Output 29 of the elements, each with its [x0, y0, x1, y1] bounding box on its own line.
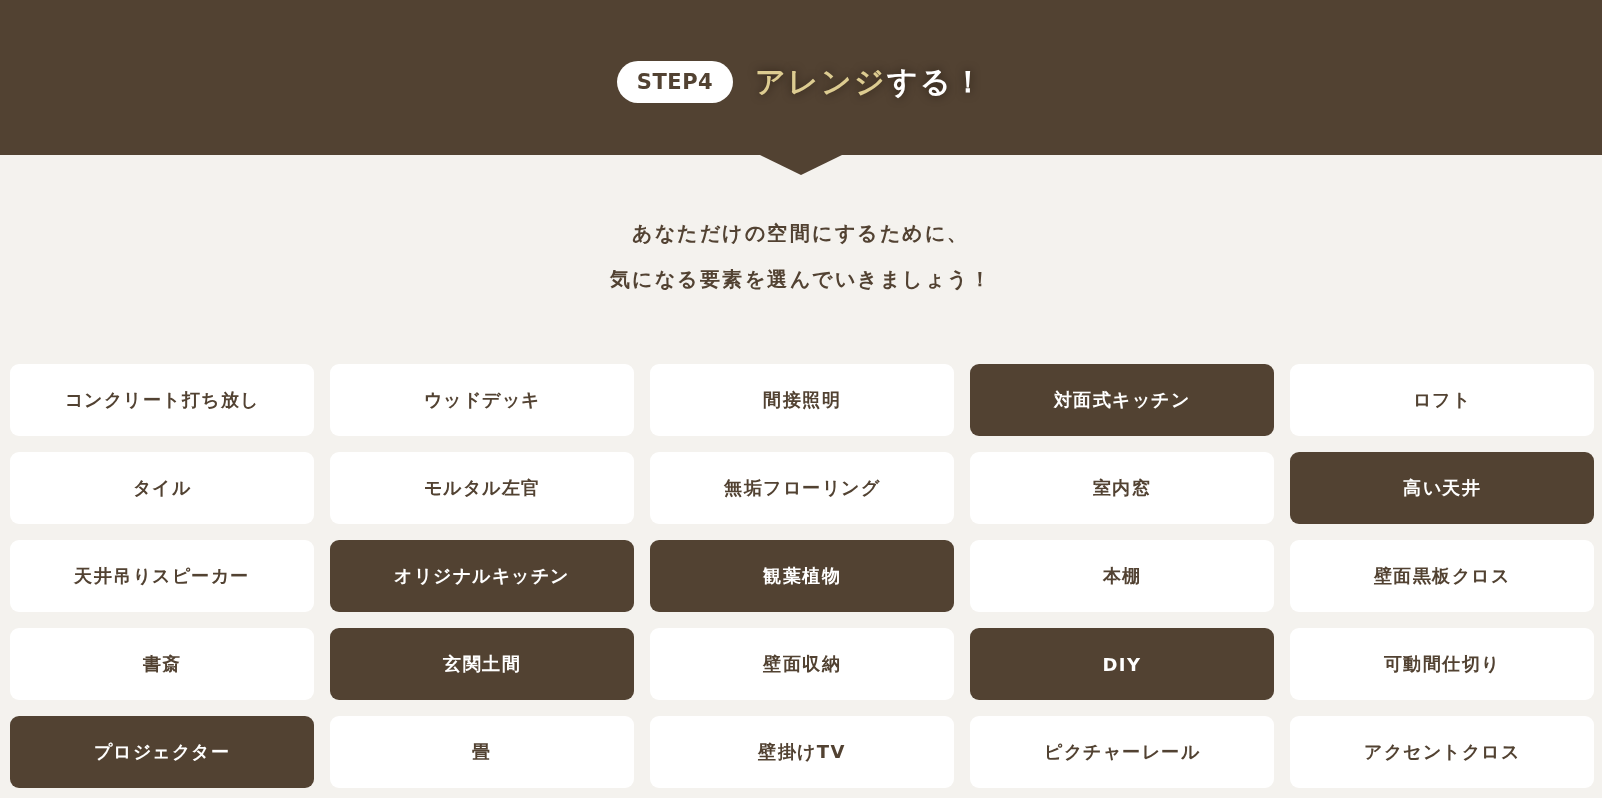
intro-text: あなただけの空間にするために、	[632, 220, 970, 247]
intro-text: 気になる要素を選んでいきましょう！	[609, 266, 993, 293]
option-button[interactable]: ウッドデッキ	[330, 364, 634, 436]
option-button[interactable]: 対面式キッチン	[970, 364, 1274, 436]
option-button[interactable]: 壁面収納	[650, 628, 954, 700]
option-button[interactable]: ピクチャーレール	[970, 716, 1274, 788]
option-button[interactable]: タイル	[10, 452, 314, 524]
option-button[interactable]: DIY	[970, 628, 1274, 700]
step-badge: STEP4	[616, 61, 734, 103]
option-button[interactable]: 高い天井	[1290, 452, 1594, 524]
option-button[interactable]: 無垢フローリング	[650, 452, 954, 524]
option-button[interactable]: ロフト	[1290, 364, 1594, 436]
section-title: アレンジする！	[755, 62, 986, 101]
option-button[interactable]: 書斎	[10, 628, 314, 700]
option-button[interactable]: 室内窓	[970, 452, 1274, 524]
option-button[interactable]: アクセントクロス	[1290, 716, 1594, 788]
option-button[interactable]: 壁掛けTV	[650, 716, 954, 788]
option-button[interactable]: プロジェクター	[10, 716, 314, 788]
option-button[interactable]: オリジナルキッチン	[330, 540, 634, 612]
option-button[interactable]: 畳	[330, 716, 634, 788]
option-button[interactable]: コンクリート打ち放し	[10, 364, 314, 436]
option-button[interactable]: 間接照明	[650, 364, 954, 436]
option-button[interactable]: 観葉植物	[650, 540, 954, 612]
option-button[interactable]: 壁面黒板クロス	[1290, 540, 1594, 612]
option-button[interactable]: モルタル左官	[330, 452, 634, 524]
option-button[interactable]: 本棚	[970, 540, 1274, 612]
option-button[interactable]: 天井吊りスピーカー	[10, 540, 314, 612]
option-button[interactable]: 玄関土間	[330, 628, 634, 700]
option-button[interactable]: 可動間仕切り	[1290, 628, 1594, 700]
